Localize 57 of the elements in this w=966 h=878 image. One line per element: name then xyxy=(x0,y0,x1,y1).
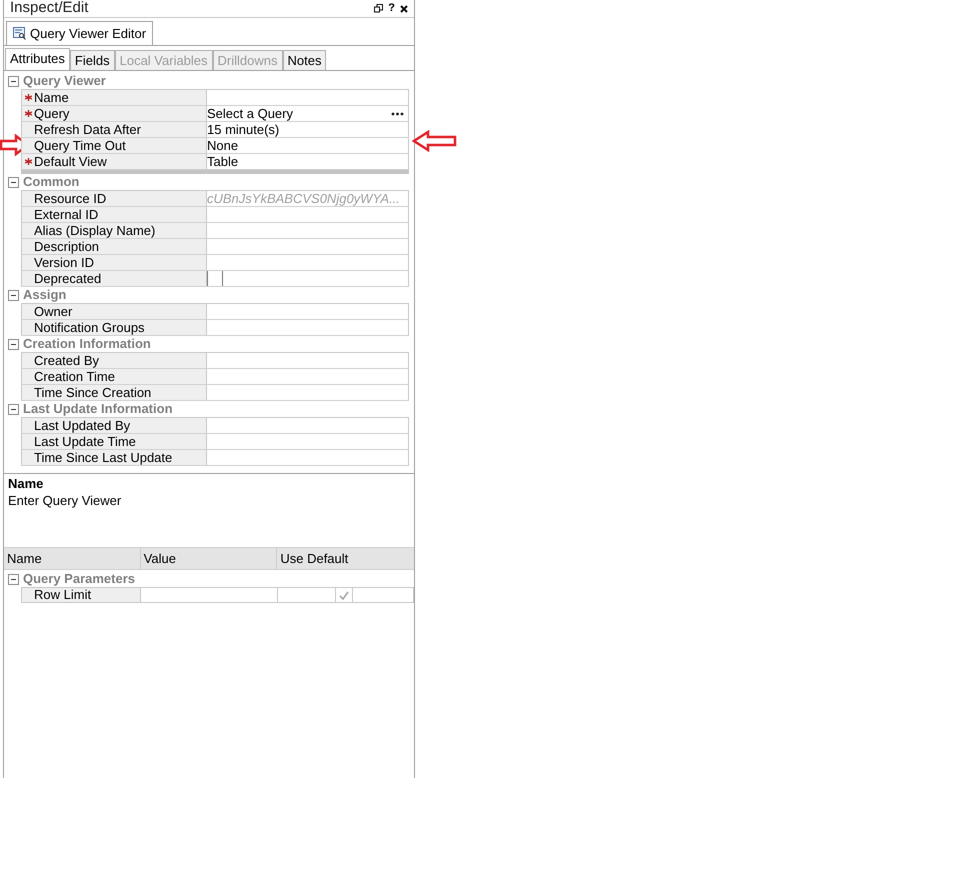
property-label: Time Since Creation xyxy=(21,385,207,400)
property-value[interactable]: 15 minute(s) xyxy=(207,122,280,137)
tab[interactable]: Attributes xyxy=(5,48,70,70)
column-header[interactable]: Name xyxy=(4,548,141,569)
property-label: Default View xyxy=(21,154,207,169)
section-header: Assign xyxy=(23,287,66,303)
required-icon xyxy=(25,158,32,165)
description-title: Name xyxy=(8,476,44,492)
section-header: Query Viewer xyxy=(23,73,106,89)
property-value[interactable]: Table xyxy=(207,154,238,169)
close-icon[interactable] xyxy=(400,4,408,12)
collapse-icon[interactable] xyxy=(8,176,19,188)
section-header: Common xyxy=(23,174,80,190)
tab[interactable]: Fields xyxy=(70,50,115,70)
required-icon xyxy=(25,110,32,117)
editor-tab[interactable]: Query Viewer Editor xyxy=(6,21,154,45)
property-label: Time Since Last Update xyxy=(21,450,207,465)
collapse-icon[interactable] xyxy=(8,290,19,300)
property-label: Version ID xyxy=(21,255,207,270)
required-icon xyxy=(25,94,32,101)
column-header[interactable]: Use Default xyxy=(277,548,414,569)
property-label: Deprecated xyxy=(21,271,207,286)
collapse-icon[interactable] xyxy=(8,404,19,414)
property-value[interactable]: Select a Query xyxy=(207,106,293,121)
property-label: Query xyxy=(21,106,207,121)
collapse-icon[interactable] xyxy=(8,76,19,86)
property-label: Created By xyxy=(21,353,207,368)
more-icon[interactable] xyxy=(391,112,404,116)
tab[interactable]: Notes xyxy=(282,50,326,70)
section-header: Last Update Information xyxy=(23,401,173,417)
panel-title: Inspect/Edit xyxy=(10,0,88,18)
viewer-icon xyxy=(13,27,26,40)
property-label: Owner xyxy=(21,304,207,319)
restore-icon[interactable] xyxy=(374,4,384,13)
section-header: Query Parameters xyxy=(23,571,136,587)
section-header: Creation Information xyxy=(23,336,151,352)
property-label: Alias (Display Name) xyxy=(21,223,207,238)
description-text: Enter Query Viewer xyxy=(8,492,122,510)
editor-tab-label: Query Viewer Editor xyxy=(30,24,146,43)
help-button[interactable]: ? xyxy=(388,3,395,14)
property-label: Query Time Out xyxy=(21,138,207,153)
check-icon xyxy=(339,590,349,600)
property-label: Description xyxy=(21,239,207,254)
property-label: Name xyxy=(21,90,207,105)
property-value[interactable]: None xyxy=(207,138,238,153)
property-label: Notification Groups xyxy=(21,320,207,335)
property-label: External ID xyxy=(21,207,207,222)
property-label: Last Update Time xyxy=(21,434,207,449)
property-label: Last Updated By xyxy=(21,418,207,433)
checkbox[interactable] xyxy=(207,271,223,286)
collapse-icon[interactable] xyxy=(8,574,19,584)
column-header[interactable]: Value xyxy=(140,548,278,569)
property-label: Creation Time xyxy=(21,369,207,384)
parameter-name: Row Limit xyxy=(21,588,141,602)
collapse-icon[interactable] xyxy=(8,338,19,350)
property-label: Refresh Data After xyxy=(21,122,207,137)
property-label: Resource ID xyxy=(21,191,207,206)
